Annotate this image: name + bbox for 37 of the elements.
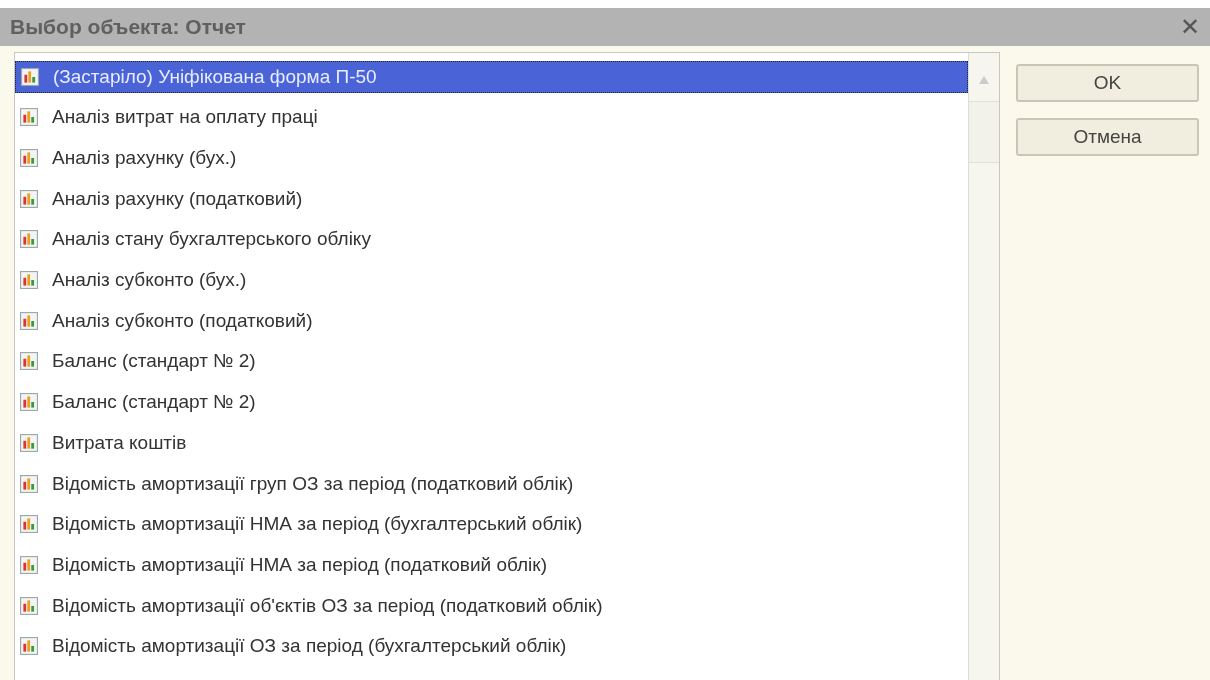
report-chart-icon [20,189,38,208]
list-item[interactable]: Баланс (стандарт № 2) [15,381,968,423]
window-title: Выбор объекта: Отчет [10,15,246,39]
list-item[interactable]: Відомість амортизації НМА за період (бухгалтерський облік) [15,503,968,545]
list-item[interactable]: Відомість амортизації груп ОЗ за період (податковий облік) [15,463,968,504]
report-chart-icon [20,352,38,371]
report-chart-icon [21,68,39,86]
list-item[interactable]: Витрата коштів [15,422,968,464]
ok-button[interactable]: OK [1016,64,1199,102]
report-chart-icon [20,433,38,452]
list-item[interactable]: Відомість амортизації об'єктів ОЗ за період (податковий облік) [15,585,968,626]
list-item[interactable]: Баланс (стандарт № 2) [15,341,968,382]
cancel-button[interactable]: Отмена [1016,118,1199,156]
list-item[interactable]: Аналіз витрат на оплату праці [15,97,968,138]
report-chart-icon [20,149,38,168]
list-item[interactable]: Аналіз рахунку (бух.) [15,137,968,179]
report-chart-icon [20,515,38,534]
list-item[interactable]: (Застаріло) Уніфікована форма П-50 [15,61,968,93]
report-chart-icon [20,555,38,574]
report-chart-icon [20,230,38,249]
list-item[interactable]: Відомість амортизації НМА за період (податковий облік) [15,544,968,586]
report-chart-icon [20,474,38,493]
list-item[interactable]: Аналіз рахунку (податковий) [15,178,968,220]
close-button[interactable]: ✕ [1175,13,1204,41]
list-item[interactable]: Аналіз субконто (бух.) [15,259,968,301]
list-item[interactable]: Відомість амортизації ОЗ за період (бухгалтерський облік) [15,625,968,667]
report-chart-icon [20,596,38,615]
list-item[interactable]: Аналіз субконто (податковий) [15,300,968,342]
scrollbar[interactable] [968,53,999,680]
scroll-thumb[interactable] [969,102,999,163]
report-chart-icon [20,271,38,290]
list-item[interactable]: Аналіз стану бухгалтерського обліку [15,219,968,260]
report-chart-icon [20,311,38,330]
up-arrow-icon [979,76,989,84]
report-chart-icon [20,108,38,127]
report-chart-icon [20,637,38,656]
report-chart-icon [20,393,38,412]
